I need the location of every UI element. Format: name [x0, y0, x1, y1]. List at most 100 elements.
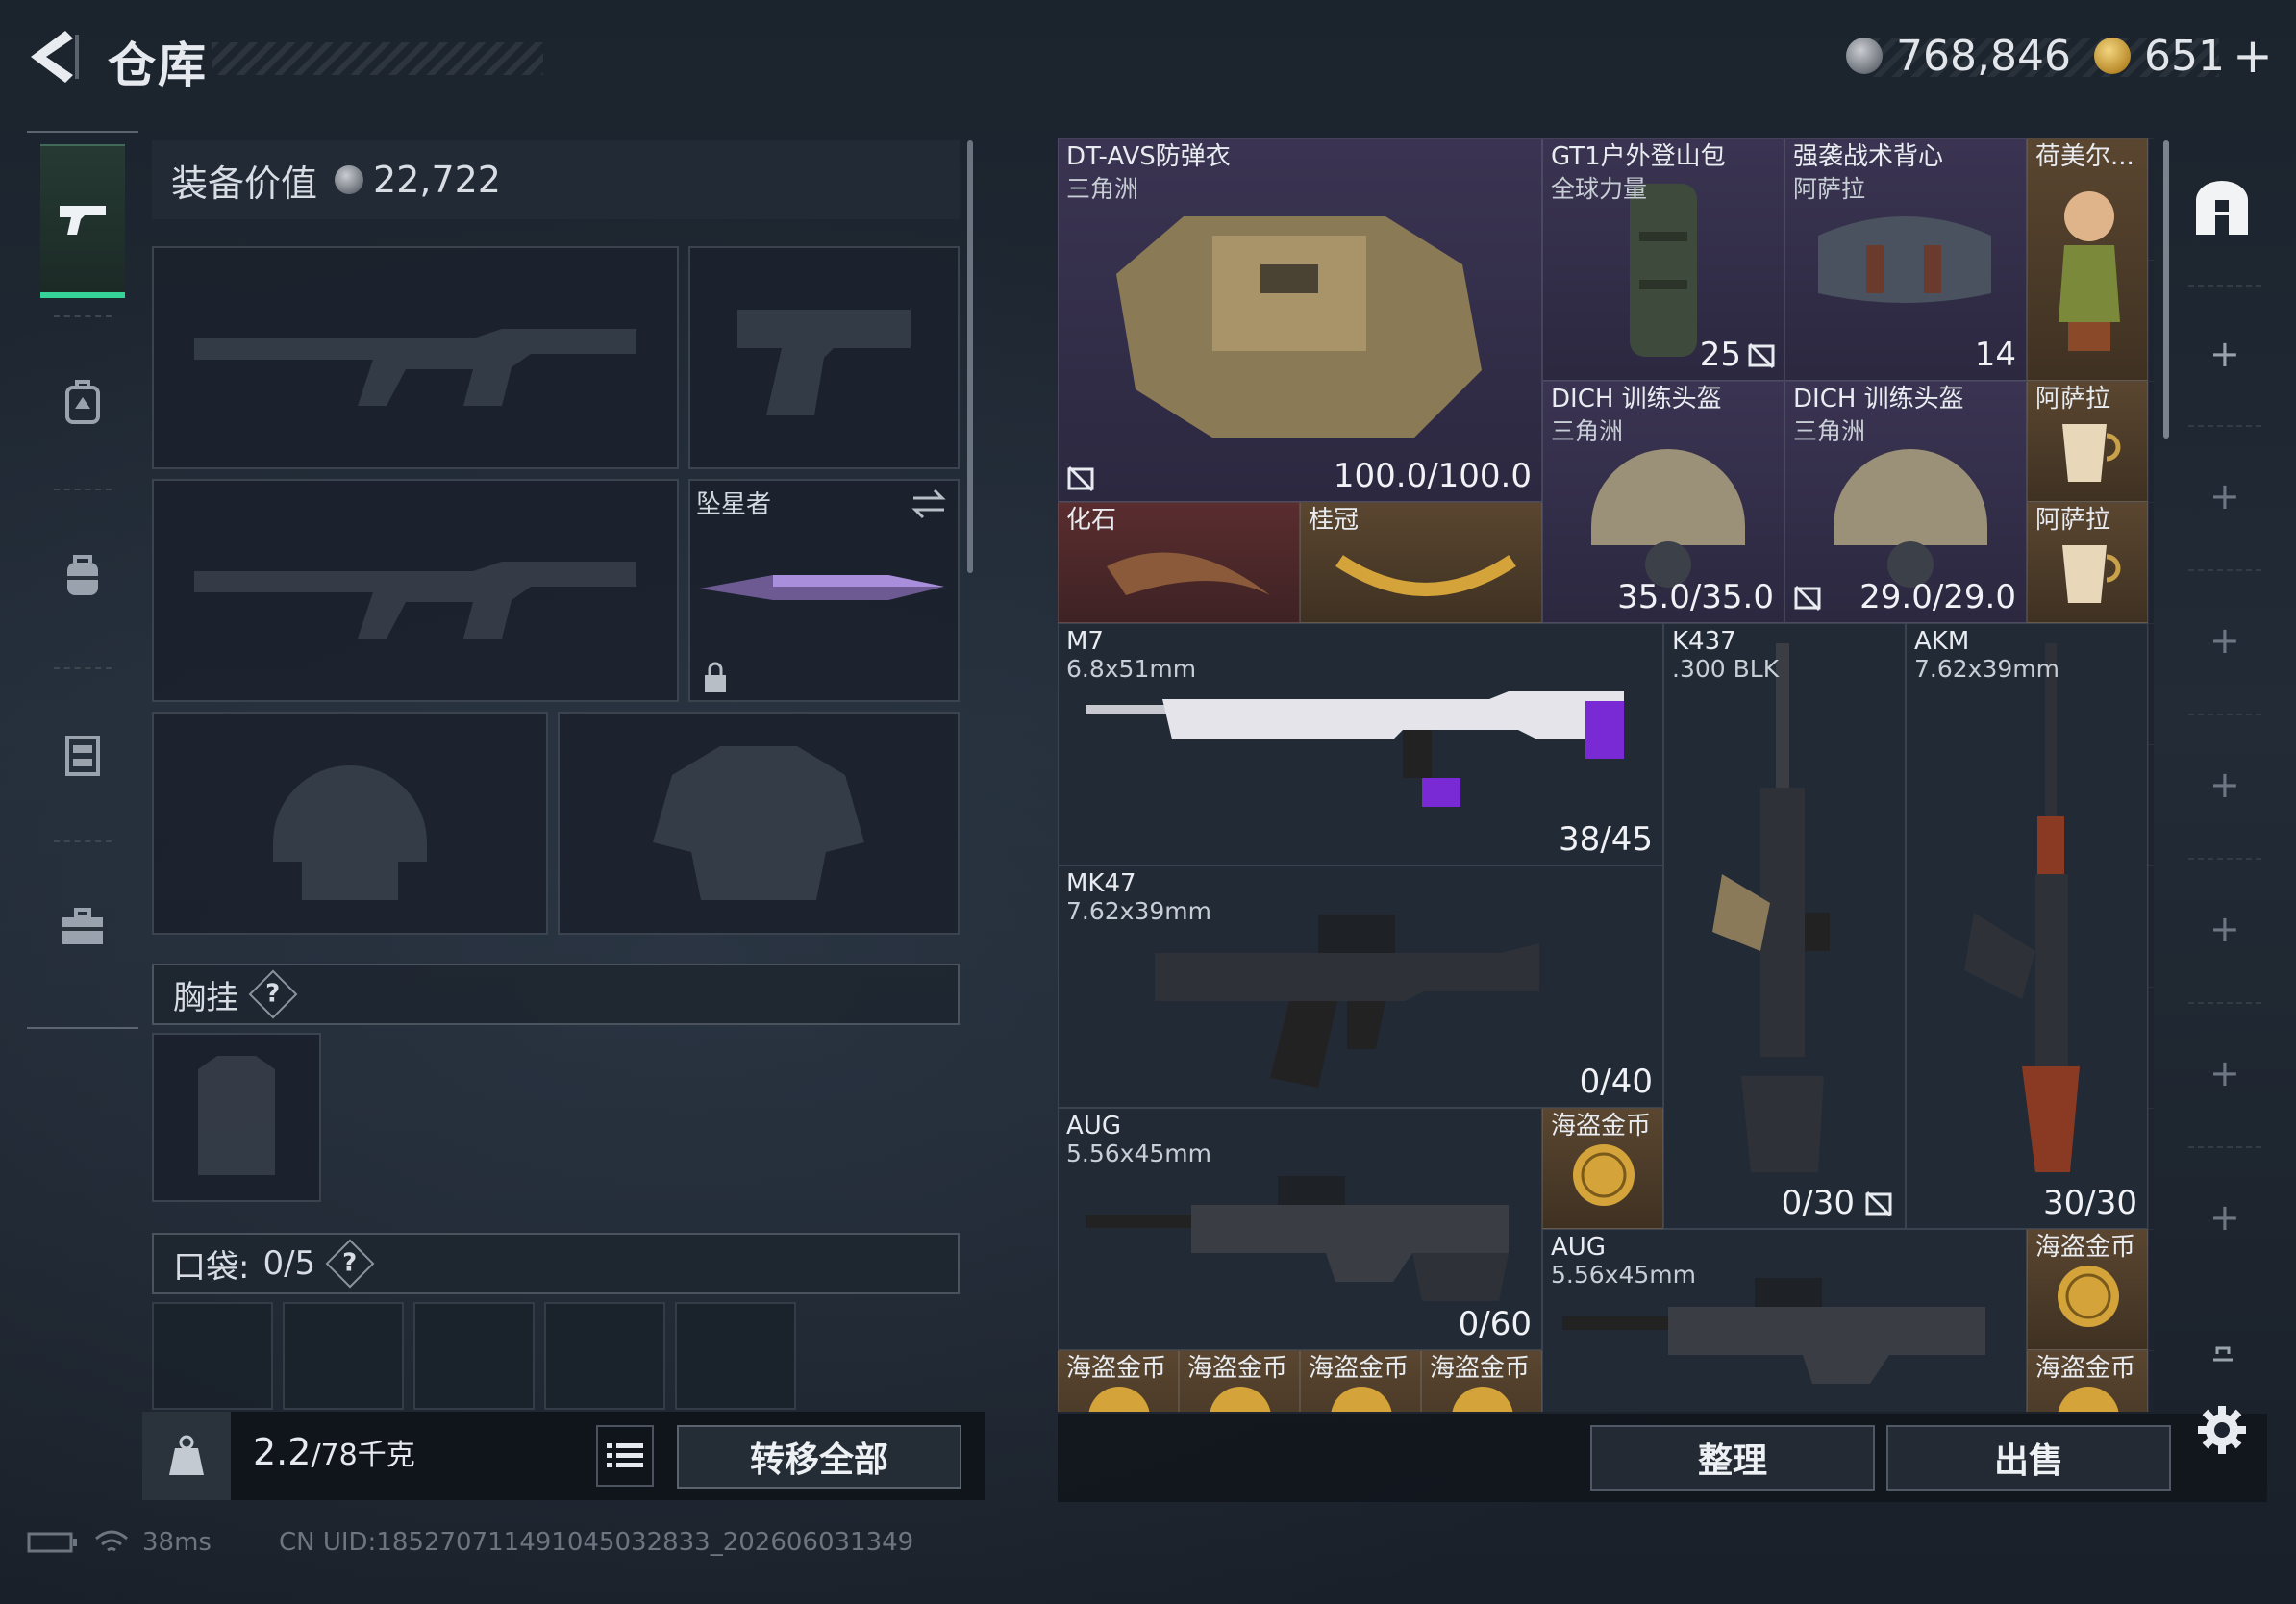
swap-icon[interactable]: [910, 487, 948, 521]
add-gold-button[interactable]: +: [2233, 28, 2273, 84]
chest-rig-label: 胸挂: [173, 978, 238, 1017]
item-subtitle: 全球力量: [1551, 175, 1648, 203]
item-gt1-backpack[interactable]: GT1户外登山包 全球力量 25: [1542, 138, 1784, 381]
nav-separator: [54, 667, 112, 669]
pocket-label: 口袋:: [173, 1247, 250, 1287]
item-pirate-coin[interactable]: 海盗金币: [2027, 1350, 2148, 1412]
collapse-icon[interactable]: [2211, 1342, 2234, 1362]
sell-button[interactable]: 出售: [1886, 1425, 2171, 1491]
add-stash-tab-button[interactable]: +: [2209, 619, 2240, 662]
rifle-aug-icon: [1086, 1176, 1509, 1301]
stash-grid: DT-AVS防弹衣 三角洲 100.0/100.0 GT1户外登山包 全球力量 …: [1058, 138, 2154, 1412]
pocket-slot[interactable]: [675, 1302, 796, 1410]
sidearm-slot[interactable]: [688, 246, 960, 469]
tab-separator: [2188, 425, 2261, 427]
item-figurine[interactable]: 荷美尔...: [2027, 138, 2148, 381]
item-akm-rifle[interactable]: AKM 7.62x39mm 30/30: [1906, 623, 2148, 1229]
silver-currency: 768,846: [1846, 29, 2071, 83]
weight-capacity: /78千克: [311, 1439, 415, 1472]
rifle-mk47-icon: [1155, 915, 1539, 1088]
list-view-button[interactable]: [596, 1425, 654, 1487]
item-laurel-crown[interactable]: 桂冠: [1300, 502, 1542, 623]
item-fossil[interactable]: 化石: [1058, 502, 1300, 623]
item-assault-vest[interactable]: 强袭战术背心 阿萨拉 14: [1784, 138, 2027, 381]
item-pirate-coin[interactable]: 海盗金币: [1058, 1350, 1179, 1412]
rifle-silhouette-icon: [194, 329, 636, 406]
vest-icon: [65, 736, 100, 776]
pistol-icon: [60, 206, 106, 235]
item-pirate-coin[interactable]: 海盗金币: [2027, 1229, 2148, 1350]
item-subtitle: 5.56x45mm: [1551, 1261, 1696, 1289]
tab-separator: [2188, 285, 2261, 287]
nav-weapons[interactable]: [40, 144, 125, 298]
safe-box-icon[interactable]: [2190, 179, 2254, 238]
top-bar: 仓库 768,846 651 +: [0, 0, 2296, 115]
rifle-m7-icon: [1086, 691, 1624, 807]
page-title: 仓库: [108, 38, 208, 93]
pocket-slot[interactable]: [152, 1302, 273, 1410]
back-arrow-icon: [31, 31, 79, 83]
kg-weight-icon: [169, 1435, 204, 1475]
nav-separator: [54, 315, 112, 317]
item-mk47-rifle[interactable]: MK47 7.62x39mm 0/40: [1058, 865, 1663, 1108]
chest-rig-help-button[interactable]: ?: [248, 969, 298, 1019]
item-durability: 35.0/35.0: [1617, 578, 1774, 616]
sort-button[interactable]: 整理: [1590, 1425, 1875, 1491]
rifle-aug-icon: [1562, 1278, 1985, 1384]
item-pirate-coin[interactable]: 海盗金币: [1300, 1350, 1421, 1412]
item-pirate-coin[interactable]: 海盗金币: [1421, 1350, 1542, 1412]
item-pirate-coin[interactable]: 海盗金币: [1542, 1108, 1663, 1229]
item-pirate-coin[interactable]: 海盗金币: [1179, 1350, 1300, 1412]
item-aug-rifle[interactable]: AUG 5.56x45mm: [1542, 1229, 2027, 1412]
battery-icon: [27, 1532, 77, 1553]
transfer-all-button[interactable]: 转移全部: [677, 1425, 961, 1489]
item-name: DT-AVS防弹衣: [1066, 142, 1231, 171]
nav-bag[interactable]: [40, 498, 125, 652]
armor-slot[interactable]: [558, 712, 960, 935]
item-asala-cup[interactable]: 阿萨拉: [2027, 502, 2148, 623]
bag-icon: [67, 555, 98, 595]
equipment-scrollbar[interactable]: [967, 140, 973, 573]
pocket-slot[interactable]: [544, 1302, 665, 1410]
item-name: 海盗金币: [1187, 1354, 1288, 1383]
secondary-weapon-slot[interactable]: [152, 479, 679, 702]
pocket-count: 0/5: [262, 1244, 316, 1283]
add-stash-tab-button[interactable]: +: [2209, 764, 2240, 806]
tab-separator: [2188, 1146, 2261, 1148]
add-stash-tab-button[interactable]: +: [2209, 1196, 2240, 1239]
item-dich-helmet[interactable]: DICH 训练头盔 三角洲 35.0/35.0: [1542, 381, 1784, 623]
item-aug-rifle[interactable]: AUG 5.56x45mm 0/60: [1058, 1108, 1542, 1350]
chest-rig-slot[interactable]: [152, 1033, 321, 1202]
no-insure-icon: [1794, 585, 1821, 612]
item-dich-helmet[interactable]: DICH 训练头盔 三角洲 29.0/29.0: [1784, 381, 2027, 623]
nav-toolbox[interactable]: [40, 850, 125, 1004]
add-stash-tab-button[interactable]: +: [2209, 333, 2240, 375]
gold-currency[interactable]: 651 +: [2094, 28, 2273, 84]
gold-coin-icon: [1452, 1387, 1513, 1412]
pocket-slot[interactable]: [283, 1302, 404, 1410]
melee-label: 坠星者: [696, 490, 772, 519]
pocket-slot[interactable]: [413, 1302, 535, 1410]
item-k437-rifle[interactable]: K437 .300 BLK 0/30: [1663, 623, 1906, 1229]
add-stash-tab-button[interactable]: +: [2209, 1052, 2240, 1094]
no-insure-icon: [1865, 1190, 1892, 1217]
primary-weapon-slot[interactable]: [152, 246, 679, 469]
back-button[interactable]: [23, 27, 81, 87]
item-m7-rifle[interactable]: M7 6.8x51mm 38/45: [1058, 623, 1663, 865]
item-dt-avs-armor[interactable]: DT-AVS防弹衣 三角洲 100.0/100.0: [1058, 138, 1542, 502]
silver-coin-icon: [335, 165, 364, 194]
pocket-help-button[interactable]: ?: [325, 1239, 375, 1289]
melee-slot[interactable]: 坠星者: [688, 479, 960, 702]
settings-icon[interactable]: [2196, 1404, 2248, 1456]
helmet-slot[interactable]: [152, 712, 548, 935]
add-stash-tab-button[interactable]: +: [2209, 908, 2240, 950]
tactical-bag-icon: [1818, 216, 1991, 303]
item-asala-cup[interactable]: 阿萨拉: [2027, 381, 2148, 502]
item-ammo: 0/40: [1579, 1063, 1653, 1101]
tab-separator: [2188, 569, 2261, 571]
add-stash-tab-button[interactable]: +: [2209, 475, 2240, 517]
nav-vest[interactable]: [40, 677, 125, 831]
stash-scrollbar[interactable]: [2163, 140, 2169, 439]
nav-backpack[interactable]: [40, 325, 125, 479]
item-durability: 100.0/100.0: [1333, 457, 1532, 495]
